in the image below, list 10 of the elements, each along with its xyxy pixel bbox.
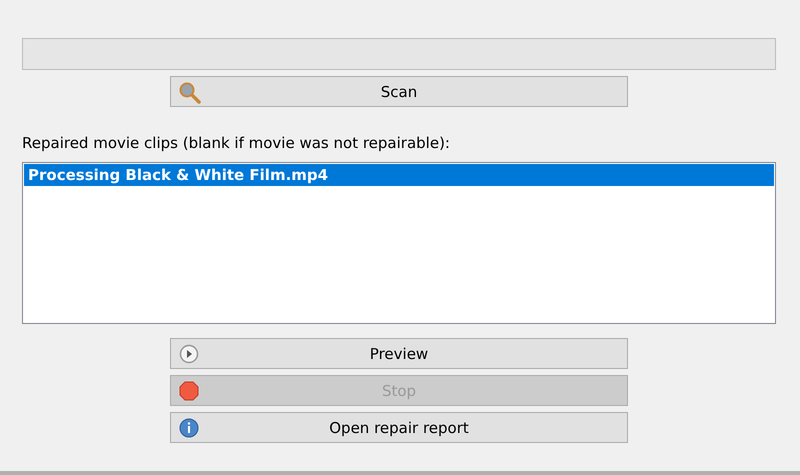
stop-icon xyxy=(179,381,199,401)
action-button[interactable]: Open repair report xyxy=(170,412,628,443)
magnifier-icon xyxy=(179,82,201,104)
play-icon xyxy=(179,344,199,364)
action-button[interactable]: Preview xyxy=(170,338,628,369)
clip-list[interactable]: Processing Black & White Film.mp4 xyxy=(22,162,776,324)
list-label: Repaired movie clips (blank if movie was not repairable): xyxy=(22,134,451,152)
clip-item[interactable]: Processing Black & White Film.mp4 xyxy=(24,164,774,186)
scan-button[interactable]: Scan xyxy=(170,76,628,107)
info-icon xyxy=(179,418,199,438)
